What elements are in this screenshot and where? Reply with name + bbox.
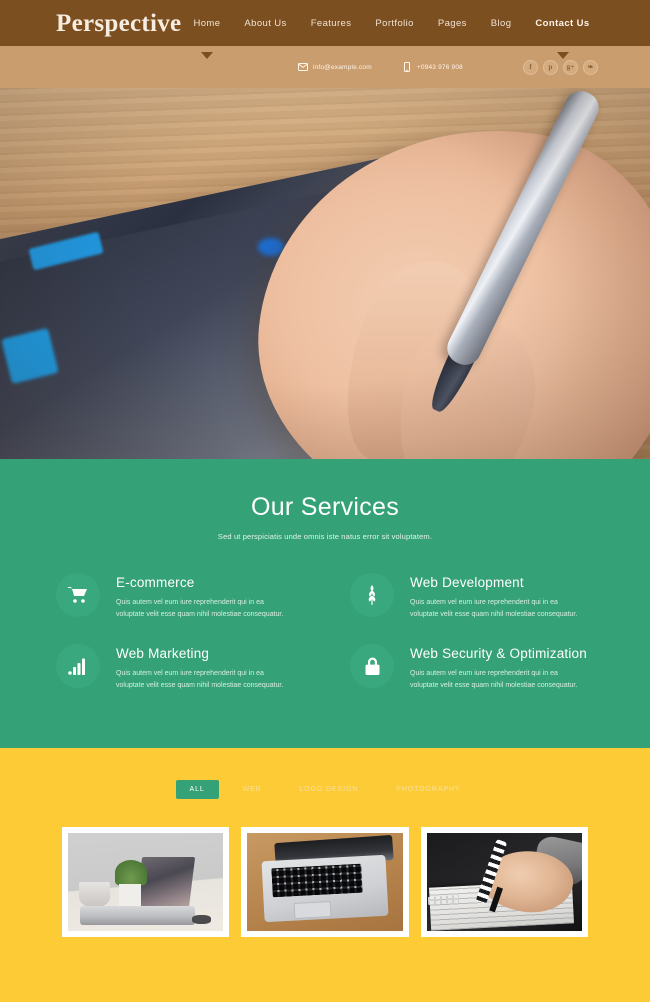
service-item-web-marketing: Web Marketing Quis autem vel eum iure re…	[56, 643, 300, 693]
service-description: Quis autem vel eum iure reprehenderit qu…	[410, 599, 578, 619]
service-item-web-security: Web Security & Optimization Quis autem v…	[350, 643, 594, 693]
thumb-coffee-cup	[78, 882, 110, 908]
services-title: Our Services	[250, 493, 400, 521]
portfolio-thumbnail-macbook-wood	[247, 833, 403, 931]
contact-email-text: info@example.com	[312, 63, 372, 71]
nav-label: Pages	[437, 17, 467, 29]
services-subtitle: Sed ut perspiciatis unde omnis iste natu…	[217, 532, 433, 541]
nav-item-blog[interactable]: Blog	[479, 12, 524, 35]
service-title: Web Security & Optimization	[410, 645, 587, 661]
bar-chart-icon[interactable]	[56, 643, 100, 688]
thumb-laptop-base	[80, 905, 196, 926]
site-header: Perspective Home About Us Features Portf…	[0, 0, 650, 59]
hero-banner	[0, 88, 650, 459]
portfolio-item[interactable]	[420, 827, 588, 937]
mobile-phone-icon	[402, 62, 412, 72]
hero-vignette	[0, 88, 650, 459]
portfolio-item[interactable]	[62, 827, 230, 937]
thumb-keyboard	[271, 863, 363, 899]
service-text-block: Web Security & Optimization Quis autem v…	[410, 644, 587, 693]
portfolio-grid	[62, 827, 588, 937]
nav-item-about-us[interactable]: About Us	[232, 12, 298, 35]
service-text-block: Web Development Quis autem vel eum iure …	[410, 573, 582, 622]
thumb-plant-leaves	[114, 860, 148, 886]
service-text-block: E-commerce Quis autem vel eum iure repre…	[116, 573, 288, 622]
nav-item-contact-us[interactable]: Contact Us	[523, 12, 601, 59]
service-title: Web Development	[410, 575, 524, 590]
contact-phone-text: +0943 976 908	[416, 63, 463, 71]
active-caret-icon	[556, 51, 569, 59]
filter-logo-design[interactable]: LOGO DESIGN	[285, 780, 372, 799]
nav-label: Portfolio	[375, 17, 414, 29]
portfolio-filters: ALL WEB LOGO DESIGN PHOTOGRAPHY	[0, 780, 650, 799]
pinterest-icon[interactable]: p	[543, 59, 558, 75]
active-caret-icon	[200, 51, 213, 59]
portfolio-thumbnail-hand-writing	[426, 833, 582, 931]
service-item-ecommerce: E-commerce Quis autem vel eum iure repre…	[56, 573, 300, 622]
main-navigation: Home About Us Features Portfolio Pages B…	[181, 12, 601, 59]
nav-label: Blog	[490, 17, 512, 29]
contact-bar: info@example.com +0943 976 908 f p g+ ❧	[0, 46, 650, 88]
lock-icon[interactable]	[350, 643, 394, 688]
portfolio-item[interactable]	[241, 827, 409, 937]
filter-web[interactable]: WEB	[229, 780, 276, 799]
envelope-icon	[297, 62, 308, 72]
contact-email[interactable]: info@example.com	[297, 62, 372, 72]
portfolio-thumbnail-laptop-desk	[68, 833, 224, 931]
nav-label: Home	[193, 17, 221, 29]
thumb-plant-pot	[119, 883, 141, 906]
service-description: Quis autem vel eum iure reprehenderit qu…	[410, 669, 578, 689]
facebook-icon[interactable]: f	[523, 59, 538, 75]
nav-label: About Us	[244, 17, 287, 29]
service-description: Quis autem vel eum iure reprehenderit qu…	[116, 599, 284, 619]
twitter-icon[interactable]: ❧	[583, 59, 598, 75]
service-title: E-commerce	[116, 575, 195, 590]
nav-item-pages[interactable]: Pages	[426, 12, 479, 35]
nav-item-home[interactable]: Home	[181, 12, 232, 59]
nav-item-portfolio[interactable]: Portfolio	[363, 12, 425, 35]
thumb-trackpad	[293, 900, 332, 919]
filter-all[interactable]: ALL	[175, 780, 219, 799]
thumb-mouse	[192, 915, 211, 925]
nav-item-features[interactable]: Features	[299, 12, 364, 35]
filter-photography[interactable]: PHOTOGRAPHY	[382, 780, 474, 799]
shopping-cart-icon[interactable]	[56, 573, 100, 617]
services-grid: E-commerce Quis autem vel eum iure repre…	[56, 573, 594, 692]
google-plus-icon[interactable]: g+	[563, 59, 578, 75]
service-item-web-development: Web Development Quis autem vel eum iure …	[350, 573, 594, 622]
service-description: Quis autem vel eum iure reprehenderit qu…	[116, 669, 284, 689]
nav-label: Contact Us	[535, 17, 590, 29]
portfolio-section: ALL WEB LOGO DESIGN PHOTOGRAPHY	[0, 748, 650, 1002]
social-links: f p g+ ❧	[523, 59, 598, 75]
leaf-icon[interactable]	[350, 573, 394, 617]
site-logo[interactable]: Perspective	[56, 11, 181, 36]
nav-label: Features	[310, 17, 352, 29]
service-title: Web Marketing	[116, 645, 210, 661]
service-text-block: Web Marketing Quis autem vel eum iure re…	[116, 644, 288, 693]
services-section: Our Services Sed ut perspiciatis unde om…	[0, 459, 650, 748]
contact-phone[interactable]: +0943 976 908	[402, 62, 463, 72]
